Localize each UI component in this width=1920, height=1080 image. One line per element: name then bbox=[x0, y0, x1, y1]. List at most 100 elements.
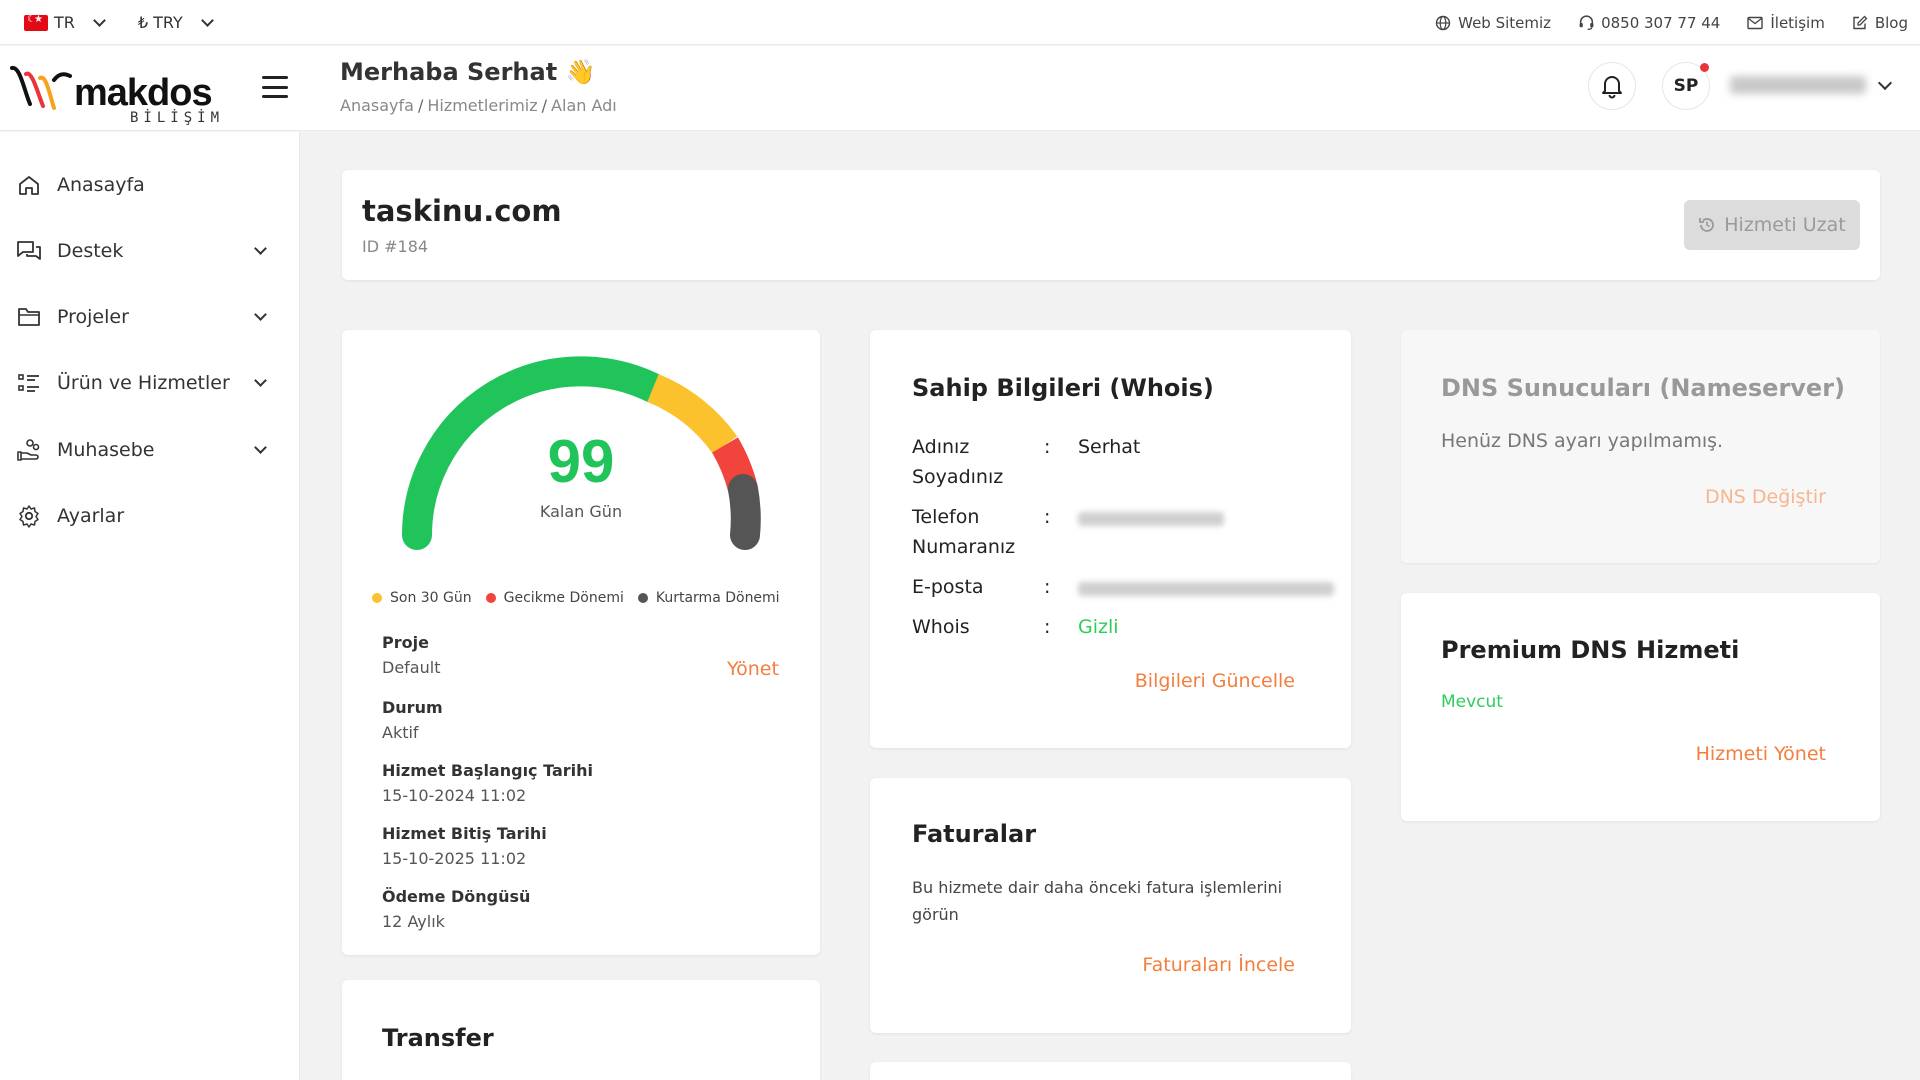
end-date-value: 15-10-2025 11:02 bbox=[382, 849, 527, 868]
website-link[interactable]: Web Sitemiz bbox=[1434, 14, 1551, 32]
breadcrumb-current: Alan Adı bbox=[551, 96, 617, 115]
sidebar-item-label: Anasayfa bbox=[57, 174, 145, 196]
name-value: Serhat bbox=[1078, 436, 1141, 458]
sidebar-item-support[interactable]: Destek bbox=[0, 226, 300, 276]
status-value: Aktif bbox=[382, 723, 419, 742]
days-left-value: 99 bbox=[547, 428, 615, 495]
chevron-down-icon bbox=[254, 308, 267, 321]
legend-label: Son 30 Gün bbox=[390, 590, 472, 606]
sidebar-item-label: Ürün ve Hizmetler bbox=[57, 372, 230, 394]
makdos-logo[interactable]: makdos BİLİŞİM bbox=[10, 60, 219, 126]
bell-icon bbox=[1602, 76, 1622, 99]
colon: : bbox=[1044, 616, 1051, 638]
sidebar-item-label: Projeler bbox=[57, 306, 129, 328]
top-bar: TR ₺ TRY Web Sitemiz 0850 307 77 44 İlet… bbox=[0, 0, 1920, 45]
status-info: Durum Aktif bbox=[382, 698, 443, 742]
colon: : bbox=[1044, 576, 1051, 598]
dns-description: Henüz DNS ayarı yapılmamış. bbox=[1441, 430, 1724, 452]
website-link-label: Web Sitemiz bbox=[1458, 13, 1552, 32]
days-left-label: Kalan Gün bbox=[539, 502, 623, 521]
renew-service-button[interactable]: Hizmeti Uzat bbox=[1684, 200, 1860, 250]
invoices-title: Faturalar bbox=[912, 820, 1037, 848]
partial-card bbox=[870, 1062, 1351, 1080]
start-date-info: Hizmet Başlangıç Tarihi 15-10-2024 11:02 bbox=[382, 761, 593, 805]
chevron-down-icon bbox=[254, 374, 267, 387]
colon: : bbox=[1044, 436, 1051, 458]
phone-label: Telefon Numaranız bbox=[912, 506, 1016, 558]
sidebar-item-label: Destek bbox=[57, 240, 124, 262]
billing-cycle-label: Ödeme Döngüsü bbox=[382, 887, 531, 906]
whois-title: Sahip Bilgileri (Whois) bbox=[912, 374, 1214, 402]
invoices-card: Faturalar Bu hizmete dair daha önceki fa… bbox=[870, 778, 1351, 1033]
premium-dns-card: Premium DNS Hizmeti Mevcut Hizmeti Yönet bbox=[1401, 593, 1880, 821]
project-label: Proje bbox=[382, 633, 429, 652]
hand-coins-icon bbox=[15, 436, 43, 464]
manage-service-link[interactable]: Hizmeti Yönet bbox=[1696, 743, 1826, 765]
legend-dot bbox=[637, 593, 648, 603]
blog-link[interactable]: Blog bbox=[1851, 14, 1908, 32]
update-info-link[interactable]: Bilgileri Güncelle bbox=[1135, 670, 1295, 692]
chevron-down-icon bbox=[254, 441, 267, 454]
sidebar-item-projects[interactable]: Projeler bbox=[0, 292, 300, 342]
legend-dot bbox=[485, 593, 496, 603]
sidebar-item-label: Ayarlar bbox=[57, 505, 125, 527]
language-label: TR bbox=[54, 13, 75, 32]
sidebar-item-products[interactable]: Ürün ve Hizmetler bbox=[0, 358, 300, 408]
sidebar-item-accounting[interactable]: Muhasebe bbox=[0, 425, 300, 475]
sidebar-item-home[interactable]: Anasayfa bbox=[0, 160, 300, 210]
name-label: Adınız Soyadınız bbox=[912, 436, 1004, 488]
list-icon bbox=[15, 369, 43, 397]
gear-icon bbox=[15, 502, 43, 530]
whois-value: Gizli bbox=[1078, 616, 1119, 638]
premium-dns-title: Premium DNS Hizmeti bbox=[1441, 636, 1740, 664]
makdos-logo-mark-icon bbox=[10, 66, 72, 110]
contact-link[interactable]: İletişim bbox=[1746, 14, 1825, 32]
edit-icon bbox=[1851, 14, 1869, 32]
invoices-description: Bu hizmete dair daha önceki fatura işlem… bbox=[912, 878, 1283, 924]
premium-dns-status: Mevcut bbox=[1441, 692, 1503, 712]
legend-label: Gecikme Dönemi bbox=[503, 590, 624, 606]
logo-word: makdos bbox=[74, 72, 213, 114]
avatar[interactable]: SP bbox=[1662, 62, 1710, 110]
manage-project-link[interactable]: Yönet bbox=[727, 658, 779, 680]
sidebar-item-settings[interactable]: Ayarlar bbox=[0, 491, 300, 541]
email-label: E-posta bbox=[912, 576, 984, 598]
turkey-flag-icon bbox=[24, 14, 48, 31]
chevron-down-icon[interactable] bbox=[1877, 75, 1893, 91]
phone-link-label: 0850 307 77 44 bbox=[1601, 13, 1721, 32]
chevron-down-icon bbox=[254, 242, 267, 255]
end-date-info: Hizmet Bitiş Tarihi 15-10-2025 11:02 bbox=[382, 824, 547, 868]
billing-cycle-info: Ödeme Döngüsü 12 Aylık bbox=[382, 887, 530, 931]
currency-selector[interactable]: ₺ TRY bbox=[138, 13, 218, 32]
whois-label: Whois bbox=[912, 616, 970, 638]
legend-item: Kurtarma Dönemi bbox=[637, 590, 780, 606]
transfer-card: Transfer bbox=[342, 980, 820, 1080]
breadcrumb-services[interactable]: Hizmetlerimiz bbox=[427, 96, 537, 115]
home-icon bbox=[15, 171, 43, 199]
breadcrumb-home[interactable]: Anasayfa bbox=[340, 96, 414, 115]
legend-label: Kurtarma Dönemi bbox=[655, 590, 780, 606]
user-name-blurred[interactable] bbox=[1730, 76, 1866, 94]
notifications-button[interactable] bbox=[1588, 62, 1636, 110]
globe-icon bbox=[1434, 14, 1452, 32]
language-selector[interactable]: TR bbox=[24, 13, 110, 32]
email-value-blurred bbox=[1078, 582, 1334, 596]
start-date-value: 15-10-2024 11:02 bbox=[382, 786, 527, 805]
folder-icon bbox=[15, 303, 43, 331]
avatar-initials: SP bbox=[1673, 76, 1699, 96]
phone-link[interactable]: 0850 307 77 44 bbox=[1577, 14, 1720, 32]
history-icon bbox=[1699, 218, 1715, 232]
mail-icon bbox=[1746, 14, 1764, 32]
renew-button-label: Hizmeti Uzat bbox=[1724, 214, 1846, 236]
chevron-down-icon bbox=[93, 13, 106, 27]
menu-toggle-icon[interactable] bbox=[262, 76, 288, 98]
change-dns-link[interactable]: DNS Değiştir bbox=[1705, 486, 1826, 508]
currency-label: ₺ TRY bbox=[137, 13, 183, 32]
start-date-label: Hizmet Başlangıç Tarihi bbox=[382, 761, 594, 780]
chat-icon bbox=[15, 237, 43, 265]
end-date-label: Hizmet Bitiş Tarihi bbox=[382, 824, 547, 843]
logo-sub: BİLİŞİM bbox=[130, 110, 225, 126]
sidebar-item-label: Muhasebe bbox=[57, 439, 155, 461]
billing-cycle-value: 12 Aylık bbox=[382, 912, 445, 931]
view-invoices-link[interactable]: Faturaları İncele bbox=[1142, 954, 1295, 976]
